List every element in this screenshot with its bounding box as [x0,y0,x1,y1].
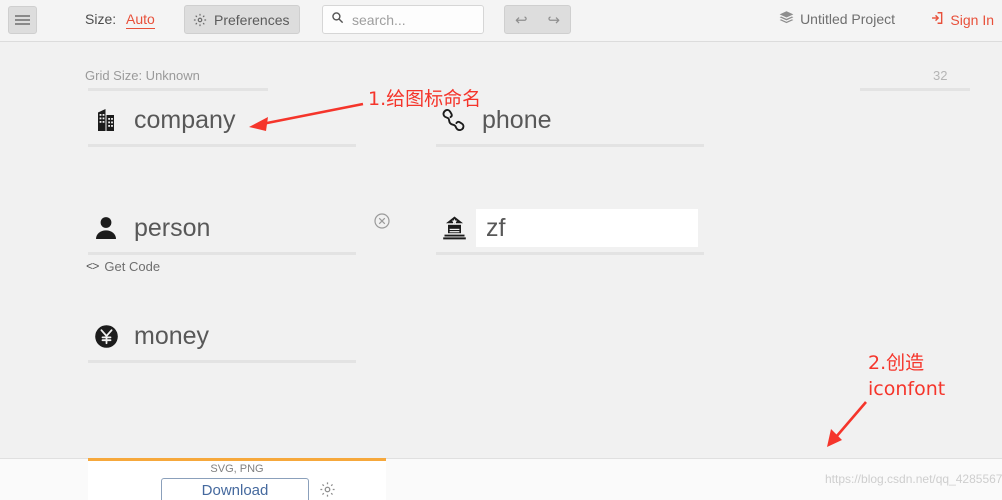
icon-cell-company[interactable]: company [88,96,358,147]
icon-name-input-zf[interactable] [476,209,698,247]
phone-handset-icon[interactable] [440,105,468,135]
grid-size-label: Grid Size: Unknown [85,68,200,83]
icon-cell-person[interactable]: person [88,204,358,255]
undo-redo-group: ↩ ↪ [504,5,571,34]
icon-name-phone[interactable]: phone [482,106,552,135]
sign-in-button[interactable]: Sign In [930,11,994,28]
icon-cell-rule [436,252,704,255]
undo-button[interactable]: ↩ [505,11,538,29]
app-root: GS 6 Size: Auto Preferences [0,0,1002,500]
yen-coin-icon[interactable] [92,321,120,351]
size-value-auto[interactable]: Auto [126,11,155,29]
bottom-bar: SVG, PNG Download ⟨ ⟩ Selection (5) Gene… [0,458,1002,500]
icon-cell-zf[interactable] [436,204,706,255]
get-code-label: Get Code [104,259,161,274]
icon-cell-rule [88,360,356,363]
icon-name-company[interactable]: company [134,106,235,135]
redo-button[interactable]: ↪ [538,11,571,29]
download-button[interactable]: Download [161,478,309,500]
download-settings-button[interactable] [319,481,336,500]
annotation-arrow-2 [827,401,867,447]
user-icon[interactable] [92,213,120,243]
header-rule-left [88,88,268,91]
sign-in-icon [930,11,944,28]
bank-icon[interactable] [440,213,468,243]
project-label: Untitled Project [800,11,895,27]
annotation-step-2: 2.创造 iconfont [868,352,946,400]
icon-cell-rule [88,252,356,255]
search-input[interactable] [352,11,472,28]
header-rule-right [860,88,970,91]
icon-cell-money[interactable]: money [88,312,358,363]
undo-arrow-icon: ↩ [514,11,528,29]
layers-icon [779,11,794,27]
top-toolbar: Size: Auto Preferences ↩ [0,0,1002,42]
size-label: Size: [85,11,117,27]
icon-name-person[interactable]: person [134,214,210,243]
project-button[interactable]: Untitled Project [779,11,895,27]
sign-in-label: Sign In [950,11,994,28]
redo-arrow-icon: ↪ [547,11,561,29]
icon-cell-rule [88,144,356,147]
hamburger-icon [15,13,30,27]
building-icon[interactable] [92,105,120,135]
icon-cell-rule [436,144,704,147]
icon-cell-phone[interactable]: phone [436,96,706,147]
search-box[interactable] [322,5,484,34]
get-code-button[interactable]: <> Get Code [86,259,160,274]
preferences-label: Preferences [214,11,290,28]
code-brackets-icon: <> [86,259,99,274]
preferences-button[interactable]: Preferences [184,5,301,34]
download-panel: SVG, PNG Download [88,458,386,500]
gear-icon [193,13,207,27]
icon-name-money[interactable]: money [134,322,209,351]
search-icon [331,11,344,29]
grid-count-label: 32 [933,68,948,83]
menu-button[interactable] [8,6,37,34]
download-label: Download [201,482,269,499]
formats-label: SVG, PNG [210,463,264,475]
remove-icon-button[interactable] [374,213,390,229]
